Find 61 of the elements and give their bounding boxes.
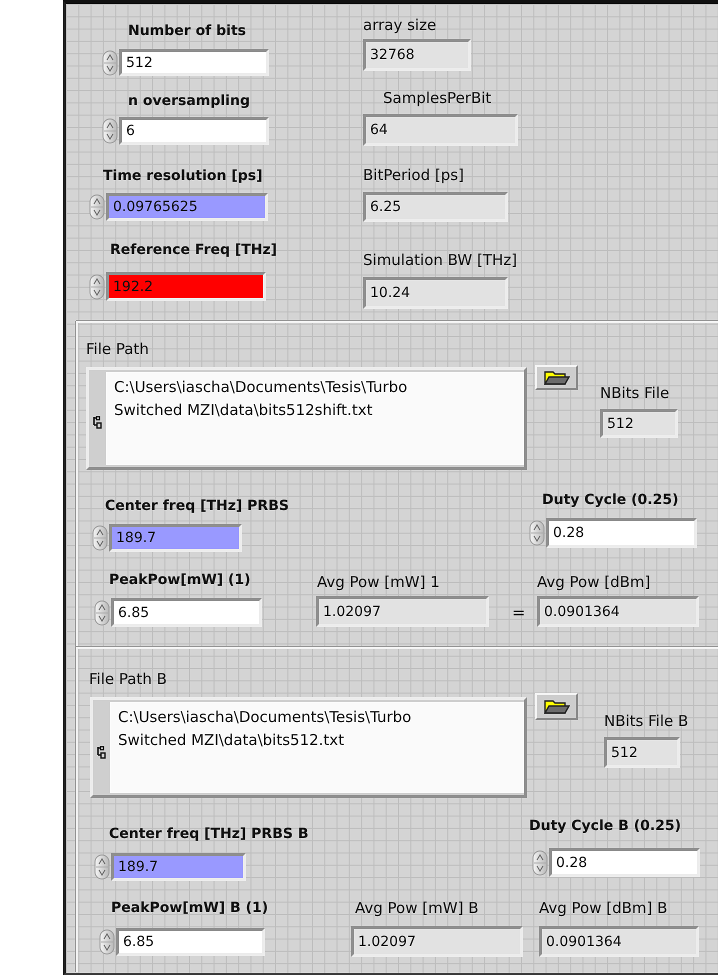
numeric-display: 512 (600, 409, 678, 438)
field-label: Duty Cycle B (0.25) (529, 817, 682, 835)
field-label: Duty Cycle (0.25) (542, 491, 678, 509)
numeric-field[interactable]: 0.28 (549, 848, 700, 877)
browse-button[interactable] (535, 693, 578, 720)
spinner[interactable] (92, 525, 108, 551)
field-label: Avg Pow [mW] B (355, 899, 478, 917)
field-label: Reference Freq [THz] (110, 241, 278, 259)
field-label: Center freq [THz] PRBS B (109, 825, 309, 843)
numeric-display: 6.25 (363, 192, 508, 222)
numeric-field[interactable]: 6 (119, 117, 269, 145)
spinner[interactable] (102, 118, 118, 144)
spinner[interactable] (94, 854, 110, 880)
numeric-field[interactable]: 189.7 (109, 524, 242, 552)
path-type-icon (96, 746, 106, 760)
spinner[interactable] (94, 600, 110, 626)
numeric-field[interactable]: 0.09765625 (106, 193, 268, 221)
field-label: Avg Pow [mW] 1 (317, 573, 440, 591)
field-label: SamplesPerBit (383, 89, 492, 107)
field-label: PeakPow[mW] B (1) (111, 899, 268, 917)
field-label: PeakPow[mW] (1) (109, 571, 251, 589)
numeric-display: 1.02097 (316, 596, 489, 627)
field-label: File Path (86, 340, 149, 358)
spinner[interactable] (529, 520, 545, 546)
field-label: BitPeriod [ps] (363, 166, 464, 184)
browse-button[interactable] (535, 365, 578, 390)
spinner[interactable] (99, 929, 115, 955)
numeric-display: 10.24 (363, 277, 508, 309)
numeric-field[interactable]: 6.85 (116, 928, 265, 956)
field-label: Number of bits (128, 22, 246, 40)
field-label: File Path B (89, 670, 167, 688)
spinner[interactable] (89, 274, 105, 300)
field-label: Center freq [THz] PRBS (105, 497, 289, 515)
field-label: Time resolution [ps] (103, 167, 263, 185)
numeric-display: 0.0901364 (539, 926, 699, 957)
numeric-display: 512 (604, 737, 680, 768)
folder-icon (544, 370, 570, 386)
numeric-field[interactable]: 192.2 (106, 272, 266, 301)
spinner[interactable] (102, 50, 118, 76)
field-label: Avg Pow [dBm] B (539, 899, 668, 917)
numeric-display: 1.02097 (351, 926, 523, 957)
field-label: n oversampling (128, 92, 250, 110)
numeric-display: 64 (363, 114, 518, 146)
path-field[interactable]: C:\Users\iascha\Documents\Tesis\Turbo Switched MZI\data\bits512shift.txt (86, 367, 527, 470)
field-label: Simulation BW [THz] (363, 251, 518, 269)
path-field[interactable]: C:\Users\iascha\Documents\Tesis\Turbo Switched MZI\data\bits512.txt (90, 697, 527, 798)
spinner[interactable] (532, 850, 548, 876)
field-label: NBits File (600, 384, 670, 402)
field-label: NBits File B (604, 712, 688, 730)
folder-icon (544, 698, 570, 714)
numeric-display: 0.0901364 (537, 596, 699, 627)
field-label: Avg Pow [dBm] (537, 573, 650, 591)
numeric-field[interactable]: 512 (119, 49, 269, 76)
equals-sign: = (512, 603, 526, 623)
numeric-field[interactable]: 189.7 (111, 853, 246, 881)
numeric-display: 32768 (363, 39, 471, 71)
numeric-field[interactable]: 0.28 (546, 518, 697, 548)
numeric-field[interactable]: 6.85 (111, 598, 262, 627)
path-type-icon (92, 416, 102, 430)
spinner[interactable] (89, 194, 105, 220)
field-label: array size (363, 16, 436, 34)
